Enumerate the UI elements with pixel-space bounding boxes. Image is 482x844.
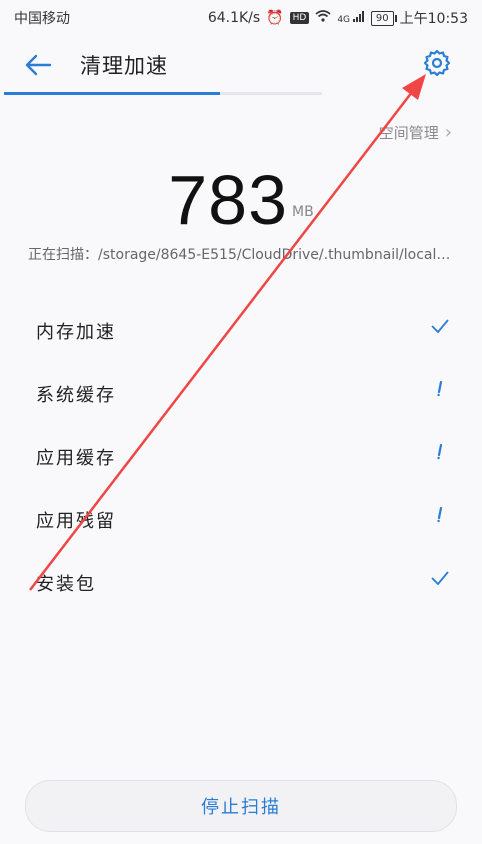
scanned-size-unit: MB xyxy=(292,204,314,220)
list-item[interactable]: 内存加速 xyxy=(0,298,482,361)
network-speed: 64.1K/s xyxy=(207,10,261,26)
list-item[interactable]: 安装包 xyxy=(0,550,482,613)
status-icons: 64.1K/s ⏰ HD 4G 90 上午10:53 xyxy=(208,8,468,28)
chevron-right-icon: › xyxy=(444,122,452,143)
list-item[interactable]: 应用缓存 xyxy=(0,424,482,487)
battery-icon: 90 xyxy=(370,10,397,26)
scanning-icon xyxy=(430,379,450,399)
scanned-size: 783 MB xyxy=(0,160,482,240)
cleanup-category-list: 内存加速 系统缓存 应用缓存 应用残留 安装包 xyxy=(0,298,482,613)
scanned-size-value: 783 xyxy=(168,161,289,239)
list-item[interactable]: 应用残留 xyxy=(0,487,482,550)
check-icon xyxy=(430,568,450,588)
settings-button[interactable] xyxy=(422,48,452,78)
scan-progress-fill xyxy=(4,92,221,95)
alarm-icon: ⏰ xyxy=(266,10,284,26)
scan-progress-bar xyxy=(4,92,322,95)
list-item[interactable]: 系统缓存 xyxy=(0,361,482,424)
signal-icon: 4G xyxy=(337,11,365,25)
clock: 上午10:53 xyxy=(399,11,468,27)
arrow-left-icon xyxy=(25,54,52,76)
list-item-label: 系统缓存 xyxy=(36,385,116,406)
scanning-icon xyxy=(430,505,450,525)
page-title: 清理加速 xyxy=(80,54,168,78)
scanning-icon xyxy=(430,442,450,462)
stop-scan-button[interactable]: 停止扫描 xyxy=(25,780,457,832)
list-item-label: 应用残留 xyxy=(36,511,116,532)
status-bar: 中国移动 64.1K/s ⏰ HD 4G 90 上午10:53 xyxy=(0,0,482,32)
gear-icon xyxy=(423,49,451,77)
list-item-label: 安装包 xyxy=(36,574,96,595)
space-management-link[interactable]: 空间管理 › xyxy=(379,122,452,143)
scan-path-text: 正在扫描：/storage/8645-E515/CloudDrive/.thum… xyxy=(28,247,451,263)
back-button[interactable] xyxy=(22,48,56,82)
hd-badge: HD xyxy=(289,12,310,24)
wifi-icon xyxy=(315,10,331,26)
check-icon xyxy=(430,316,450,336)
carrier-name: 中国移动 xyxy=(14,11,70,27)
list-item-label: 应用缓存 xyxy=(36,448,116,469)
list-item-label: 内存加速 xyxy=(36,322,116,343)
space-management-label: 空间管理 xyxy=(378,124,439,142)
app-bar: 清理加速 xyxy=(0,32,482,94)
network-type: 4G xyxy=(337,15,351,25)
